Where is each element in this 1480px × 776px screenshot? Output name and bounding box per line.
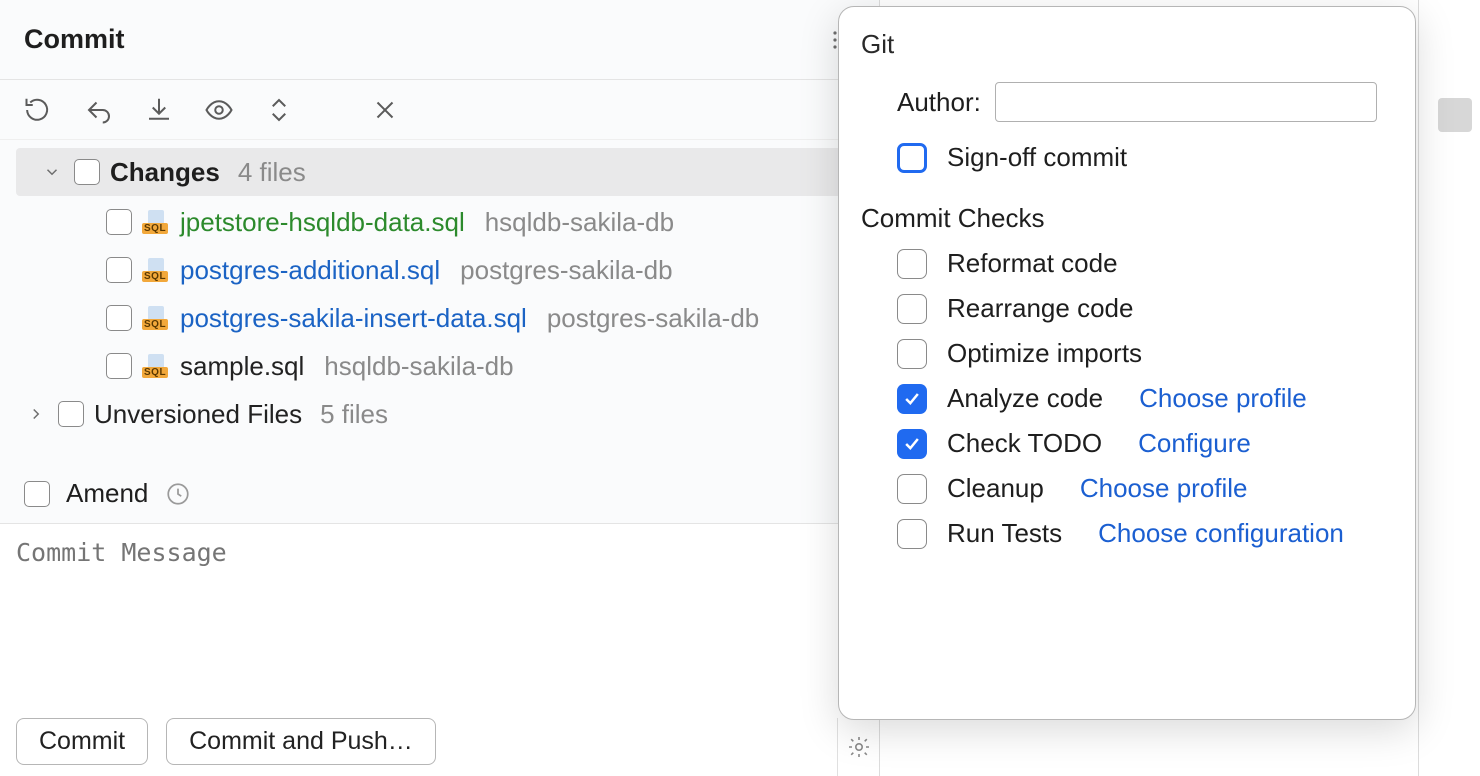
amend-label: Amend — [66, 478, 148, 509]
commit-check-checkbox[interactable] — [897, 249, 927, 279]
commit-check-link[interactable]: Choose profile — [1080, 473, 1248, 504]
sql-file-icon — [142, 210, 170, 234]
commit-header: Commit — [0, 0, 879, 80]
commit-history-button[interactable] — [164, 480, 192, 508]
commit-check-label: Rearrange code — [947, 293, 1133, 324]
unversioned-count: 5 files — [320, 399, 388, 430]
commit-check-item: Cleanup Choose profile — [897, 473, 1385, 504]
file-checkbox[interactable] — [106, 257, 132, 283]
commit-and-push-button[interactable]: Commit and Push… — [166, 718, 436, 765]
commit-message-area — [0, 524, 879, 706]
file-row[interactable]: postgres-sakila-insert-data.sql postgres-… — [0, 294, 879, 342]
commit-check-item: Analyze code Choose profile — [897, 383, 1385, 414]
commit-check-item: Optimize imports — [897, 338, 1385, 369]
file-row[interactable]: sample.sql hsqldb-sakila-db — [0, 342, 879, 390]
shelve-icon — [144, 95, 174, 125]
commit-check-checkbox[interactable] — [897, 339, 927, 369]
commit-check-item: Check TODO Configure — [897, 428, 1385, 459]
file-row[interactable]: jpetstore-hsqldb-data.sql hsqldb-sakila-d… — [0, 198, 879, 246]
commit-title: Commit — [24, 24, 815, 55]
commit-buttons-row: Commit Commit and Push… — [0, 706, 879, 776]
commit-check-checkbox[interactable] — [897, 294, 927, 324]
amend-row: Amend — [0, 464, 879, 524]
expand-collapse-button[interactable] — [262, 93, 296, 127]
commit-check-label: Reformat code — [947, 248, 1118, 279]
history-icon — [165, 481, 191, 507]
file-checkbox[interactable] — [106, 353, 132, 379]
commit-check-checkbox[interactable] — [897, 519, 927, 549]
unversioned-group-row[interactable]: Unversioned Files 5 files — [0, 390, 879, 438]
commit-options-popup: Git Author: Sign-off commit Commit Check… — [838, 6, 1416, 720]
commit-check-label: Cleanup — [947, 473, 1044, 504]
changes-tree: Changes 4 files jpetstore-hsqldb-data.sq… — [0, 140, 879, 438]
commit-check-item: Reformat code — [897, 248, 1385, 279]
commit-check-label: Analyze code — [947, 383, 1103, 414]
right-gutter — [1418, 0, 1480, 776]
chevron-right-icon[interactable] — [24, 402, 48, 426]
git-section-title: Git — [861, 29, 1385, 60]
group-by-button[interactable] — [368, 93, 402, 127]
amend-checkbox[interactable] — [24, 481, 50, 507]
commit-checks-title: Commit Checks — [861, 203, 1385, 234]
commit-button[interactable]: Commit — [16, 718, 148, 765]
signoff-checkbox[interactable] — [897, 143, 927, 173]
file-checkbox[interactable] — [106, 209, 132, 235]
file-location: hsqldb-sakila-db — [324, 351, 513, 382]
gear-icon — [847, 735, 871, 759]
author-label: Author: — [897, 87, 981, 118]
changes-count: 4 files — [238, 157, 306, 188]
rollback-icon — [84, 95, 114, 125]
commit-check-label: Run Tests — [947, 518, 1062, 549]
preview-diff-button[interactable] — [202, 93, 236, 127]
sql-file-icon — [142, 354, 170, 378]
refresh-button[interactable] — [22, 93, 56, 127]
file-name: postgres-sakila-insert-data.sql — [180, 303, 527, 334]
commit-check-item: Rearrange code — [897, 293, 1385, 324]
file-row[interactable]: postgres-additional.sql postgres-sakila-d… — [0, 246, 879, 294]
close-x-icon — [370, 95, 400, 125]
shelve-button[interactable] — [142, 93, 176, 127]
sql-file-icon — [142, 306, 170, 330]
file-location: hsqldb-sakila-db — [485, 207, 674, 238]
commit-check-label: Check TODO — [947, 428, 1102, 459]
file-name: sample.sql — [180, 351, 304, 382]
author-input[interactable] — [995, 82, 1377, 122]
refresh-icon — [24, 95, 54, 125]
eye-icon — [204, 95, 234, 125]
file-location: postgres-sakila-db — [547, 303, 759, 334]
commit-check-checkbox[interactable] — [897, 384, 927, 414]
commit-check-label: Optimize imports — [947, 338, 1142, 369]
chevron-down-icon[interactable] — [40, 160, 64, 184]
unversioned-checkbox[interactable] — [58, 401, 84, 427]
commit-message-input[interactable] — [0, 524, 879, 644]
rollback-button[interactable] — [82, 93, 116, 127]
changes-group-checkbox[interactable] — [74, 159, 100, 185]
changes-group-row[interactable]: Changes 4 files — [16, 148, 869, 196]
unversioned-label: Unversioned Files — [94, 399, 302, 430]
commit-toolbar — [0, 80, 879, 140]
author-row: Author: — [897, 82, 1385, 122]
expand-collapse-icon — [264, 95, 294, 125]
file-checkbox[interactable] — [106, 305, 132, 331]
changes-group-label: Changes — [110, 157, 220, 188]
file-name: postgres-additional.sql — [180, 255, 440, 286]
commit-check-checkbox[interactable] — [897, 474, 927, 504]
sql-file-icon — [142, 258, 170, 282]
commit-options-gear-button[interactable] — [837, 718, 879, 776]
signoff-row: Sign-off commit — [897, 142, 1385, 173]
commit-check-link[interactable]: Choose configuration — [1098, 518, 1344, 549]
commit-check-checkbox[interactable] — [897, 429, 927, 459]
signoff-label: Sign-off commit — [947, 142, 1127, 173]
tool-window-stub[interactable] — [1438, 98, 1472, 132]
commit-check-link[interactable]: Configure — [1138, 428, 1251, 459]
commit-check-item: Run Tests Choose configuration — [897, 518, 1385, 549]
file-location: postgres-sakila-db — [460, 255, 672, 286]
file-name: jpetstore-hsqldb-data.sql — [180, 207, 465, 238]
commit-check-link[interactable]: Choose profile — [1139, 383, 1307, 414]
